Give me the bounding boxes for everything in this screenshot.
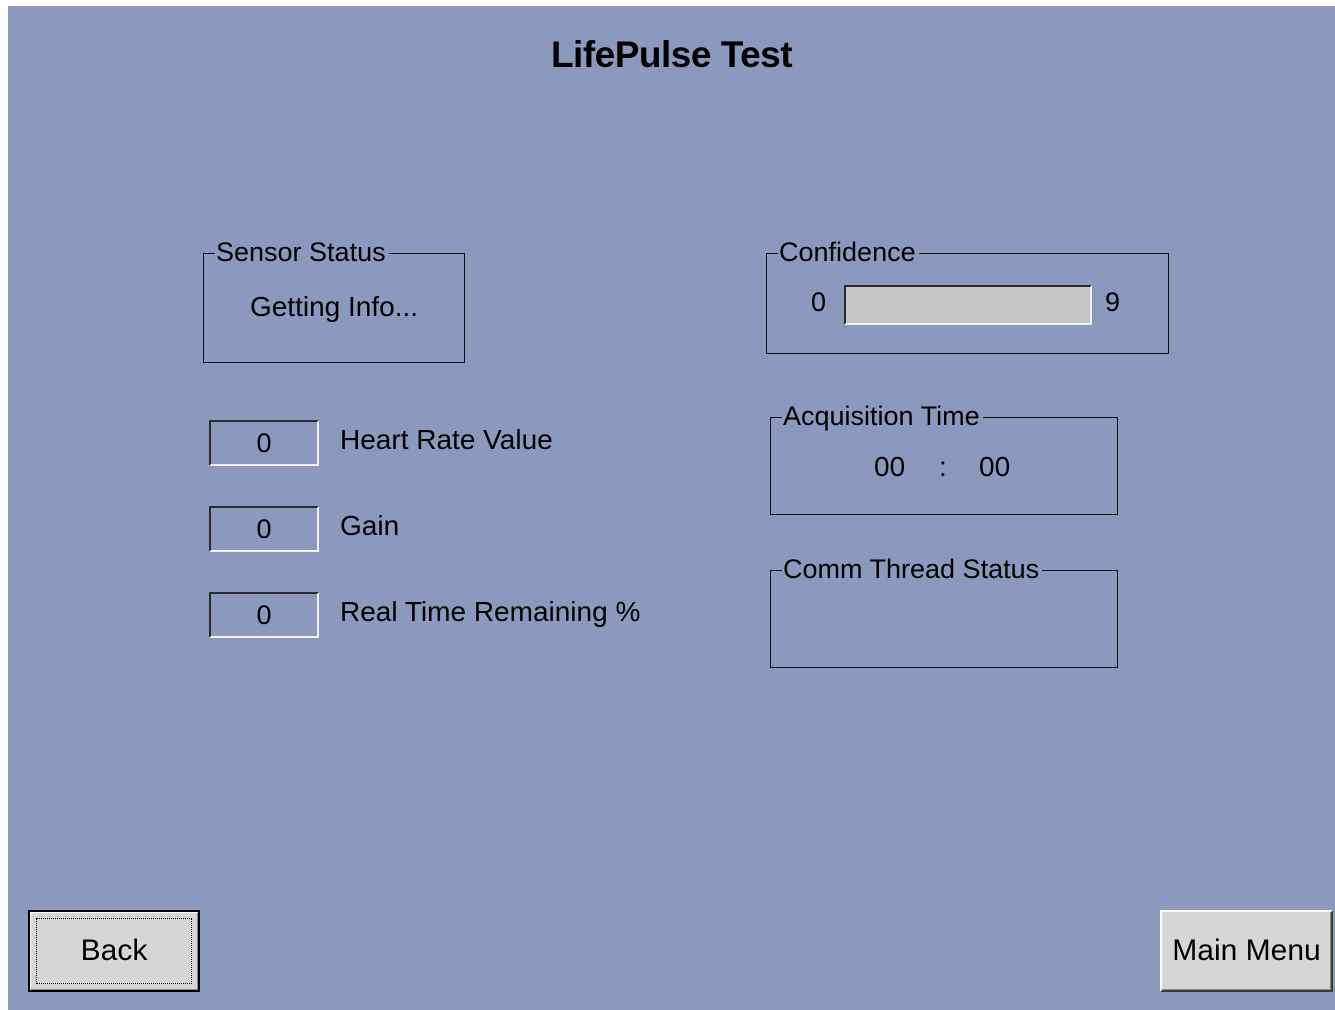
sensor-status-value: Getting Info...	[249, 291, 419, 322]
acquisition-time-legend: Acquisition Time	[782, 399, 983, 433]
acquisition-separator: :	[939, 451, 947, 482]
acquisition-seconds: 00	[979, 451, 1011, 482]
back-button-label: Back	[36, 918, 192, 984]
gain-value-field: 0	[209, 506, 319, 552]
back-button[interactable]: Back	[28, 910, 200, 992]
real-time-remaining-label: Real Time Remaining %	[340, 596, 641, 627]
acquisition-time-group: Acquisition Time 00 : 00	[770, 399, 1118, 515]
confidence-progress-bar	[844, 285, 1092, 325]
sensor-status-group: Sensor Status Getting Info...	[203, 235, 465, 363]
main-menu-button[interactable]: Main Menu	[1160, 910, 1333, 992]
confidence-max-label: 9	[1105, 287, 1121, 317]
real-time-remaining-field: 0	[209, 592, 319, 638]
heart-rate-value-field: 0	[209, 420, 319, 466]
acquisition-minutes: 00	[874, 451, 906, 482]
confidence-group: Confidence 0 9	[766, 235, 1169, 354]
confidence-legend: Confidence	[778, 235, 919, 269]
heart-rate-value-label: Heart Rate Value	[340, 424, 553, 455]
confidence-min-label: 0	[811, 287, 827, 317]
page-title: LifePulse Test	[550, 34, 793, 75]
comm-thread-status-legend: Comm Thread Status	[782, 552, 1043, 586]
comm-thread-status-group: Comm Thread Status	[770, 552, 1118, 668]
sensor-status-legend: Sensor Status	[215, 235, 389, 269]
gain-label: Gain	[340, 510, 400, 541]
lifepulse-test-screen: LifePulse Test Sensor Status Getting Inf…	[8, 6, 1335, 1010]
